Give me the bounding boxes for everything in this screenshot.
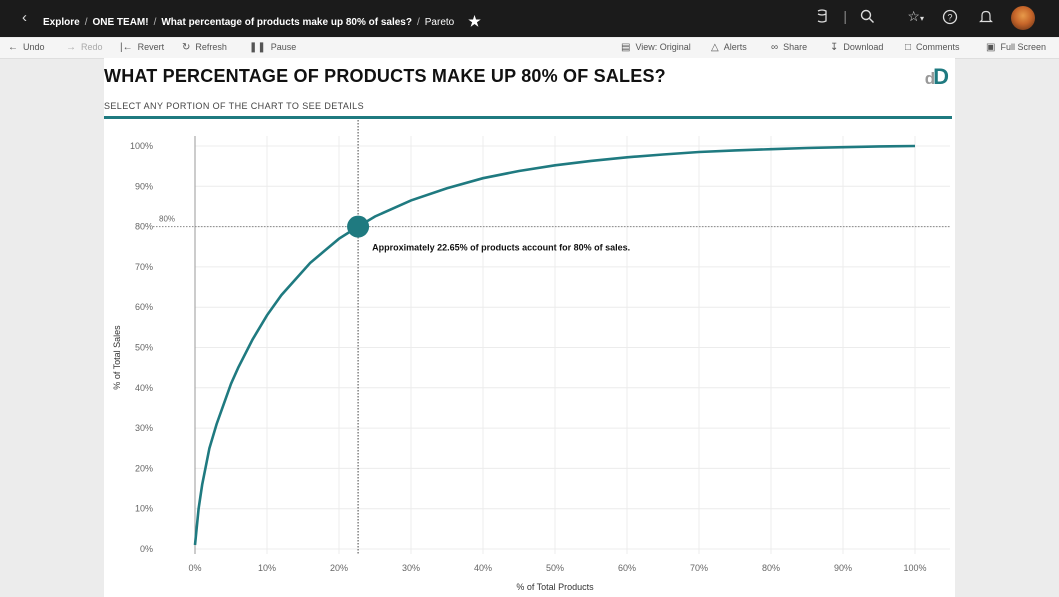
y-tick-label: 40%: [135, 383, 153, 393]
y-axis-label: % of Total Sales: [112, 325, 122, 390]
divider: |: [843, 8, 847, 24]
pause-icon: ❚❚: [249, 42, 266, 53]
dashboard-title: WHAT PERCENTAGE OF PRODUCTS MAKE UP 80% …: [104, 66, 666, 86]
view-icon: ▤: [621, 42, 631, 53]
title-rule: [104, 116, 952, 119]
svg-text:?: ?: [947, 13, 952, 23]
view-original-button[interactable]: ▤ View: Original: [621, 42, 691, 53]
y-tick-label: 100%: [130, 141, 153, 151]
alert-icon: △: [711, 42, 719, 53]
star-outline-icon[interactable]: ☆▾: [907, 8, 924, 25]
star-icon[interactable]: ★: [468, 13, 481, 29]
breadcrumb-item-explore[interactable]: Explore: [43, 17, 80, 28]
annotation-label: Approximately 22.65% of products account…: [372, 243, 630, 253]
comments-button[interactable]: □ Comments: [905, 42, 960, 53]
redo-button[interactable]: → Redo: [66, 42, 103, 53]
y-tick-label: 30%: [135, 423, 153, 433]
breadcrumb: Explore / ONE TEAM! / What percentage of pro…: [43, 13, 481, 29]
download-icon: ↧: [830, 42, 839, 53]
x-tick-label: 40%: [474, 563, 492, 573]
y-tick-label: 10%: [135, 504, 153, 514]
x-tick-label: 10%: [258, 563, 276, 573]
x-tick-label: 0%: [188, 563, 201, 573]
y-tick-label: 60%: [135, 302, 153, 312]
avatar[interactable]: [1011, 6, 1035, 30]
breadcrumb-item-project[interactable]: ONE TEAM!: [92, 17, 148, 28]
fullscreen-button[interactable]: ▣ Full Screen: [986, 42, 1046, 53]
x-axis-label: % of Total Products: [516, 582, 594, 592]
y-axis-ticks: 0% 10% 20% 30% 40% 50% 60% 70% 80% 90% 100%: [130, 141, 153, 554]
dashboard-subtitle: SELECT ANY PORTION OF THE CHART TO SEE D…: [104, 101, 364, 111]
y-tick-label: 0%: [140, 544, 153, 554]
x-tick-label: 90%: [834, 563, 852, 573]
y-tick-label: 90%: [135, 181, 153, 191]
undo-button[interactable]: ← Undo: [8, 42, 45, 53]
y-tick-label: 20%: [135, 463, 153, 473]
toolbar: ← Undo → Redo |← Revert ↻ Refresh ❚❚ Pause ▤ V…: [0, 38, 1059, 59]
x-tick-label: 50%: [546, 563, 564, 573]
alerts-button[interactable]: △ Alerts: [711, 42, 747, 53]
redo-icon: →: [66, 42, 76, 53]
x-tick-label: 20%: [330, 563, 348, 573]
breadcrumb-item-current: Pareto: [424, 17, 455, 28]
x-tick-label: 80%: [762, 563, 780, 573]
y-tick-label: 50%: [135, 343, 153, 353]
x-tick-label: 100%: [903, 563, 926, 573]
pareto-chart[interactable]: 0% 10% 20% 30% 40% 50% 60% 70% 80% 90% 100% 0% 10% 2…: [104, 120, 955, 597]
brand-logo: dD: [924, 64, 949, 89]
gridlines: [194, 136, 950, 554]
download-button[interactable]: ↧ Download: [830, 42, 883, 53]
x-tick-label: 30%: [402, 563, 420, 573]
share-icon: ∞: [771, 42, 779, 53]
pause-button[interactable]: ❚❚ Pause: [249, 42, 296, 53]
breadcrumb-item-workbook[interactable]: What percentage of products make up 80% …: [161, 17, 412, 28]
y-tick-label: 80%: [135, 222, 153, 232]
undo-icon: ←: [8, 42, 18, 53]
revert-button[interactable]: |← Revert: [120, 42, 164, 53]
comment-icon: □: [905, 42, 912, 53]
refresh-icon: ↻: [182, 42, 191, 53]
x-axis-ticks: 0% 10% 20% 30% 40% 50% 60% 70% 80% 90% 100%: [188, 563, 926, 573]
fullscreen-icon: ▣: [986, 42, 996, 53]
reference-lines: [153, 120, 951, 554]
y-tick-label: 70%: [135, 262, 153, 272]
data-icon[interactable]: [817, 9, 827, 26]
search-icon[interactable]: [860, 9, 875, 27]
reference-line-label: 80%: [159, 215, 175, 224]
bell-icon[interactable]: [979, 9, 993, 27]
x-tick-label: 60%: [618, 563, 636, 573]
x-tick-label: 70%: [690, 563, 708, 573]
refresh-button[interactable]: ↻ Refresh: [182, 42, 227, 53]
highlight-point[interactable]: [347, 215, 370, 238]
chevron-left-icon[interactable]: ‹: [22, 9, 27, 26]
help-icon[interactable]: ?: [942, 9, 958, 28]
share-button[interactable]: ∞ Share: [771, 42, 807, 53]
revert-icon: |←: [120, 42, 133, 53]
top-bar: ‹ Explore / ONE TEAM! / What percentage of p…: [0, 0, 1059, 37]
